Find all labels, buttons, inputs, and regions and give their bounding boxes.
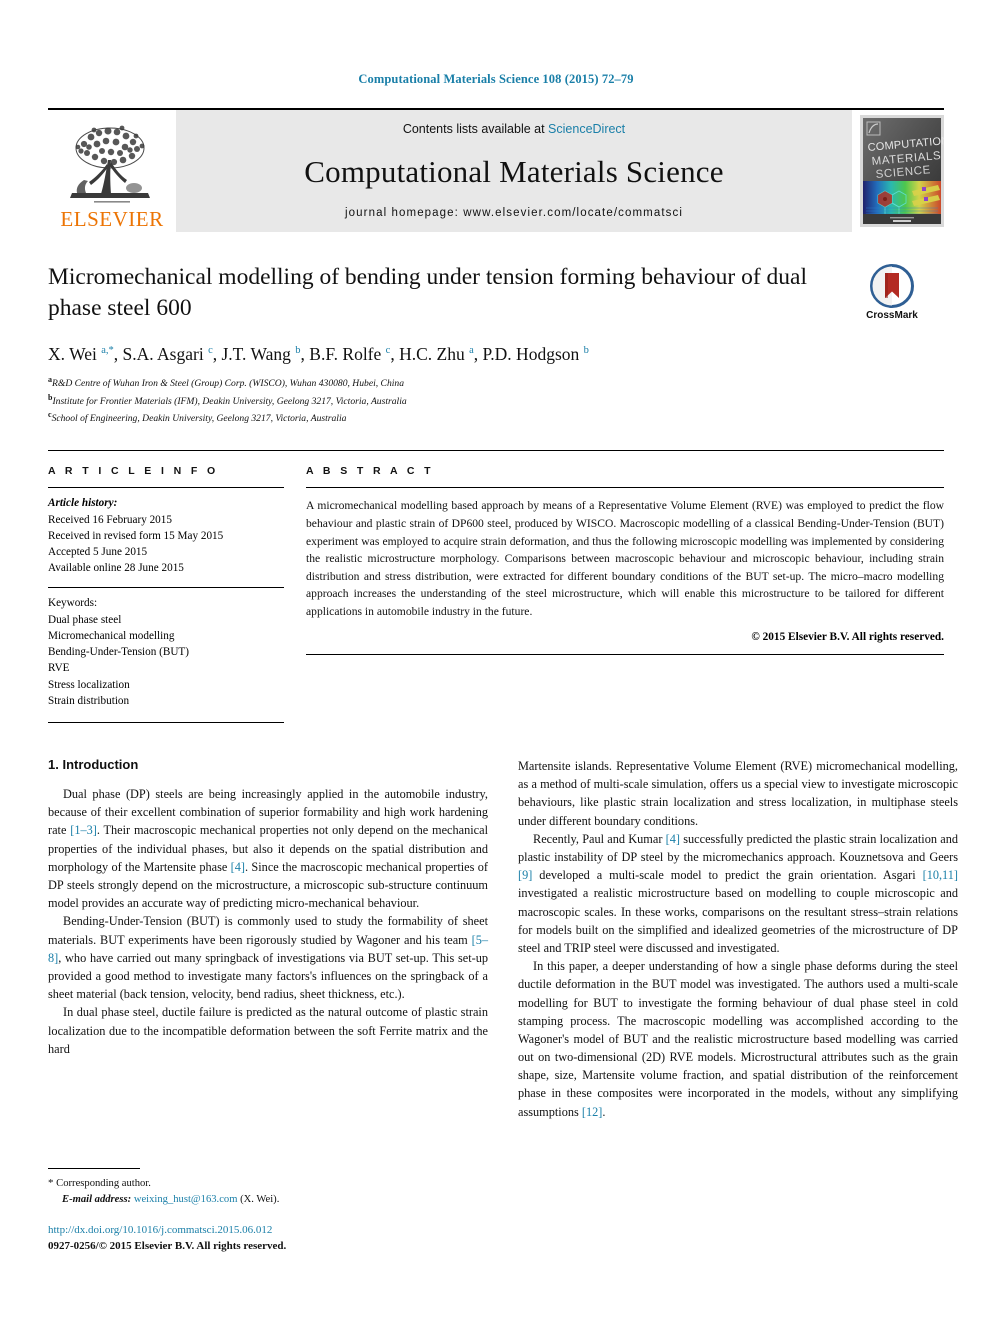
journal-name: Computational Materials Science xyxy=(304,153,724,189)
body-column-right: Martensite islands. Representative Volum… xyxy=(518,757,958,1121)
email-link[interactable]: weixing_hust@163.com xyxy=(134,1194,238,1205)
corresponding-author-note: * Corresponding author. xyxy=(48,1175,488,1192)
keyword-item: Strain distribution xyxy=(48,694,130,707)
divider xyxy=(48,722,284,724)
history-item: Received 16 February 2015 xyxy=(48,513,172,526)
crossmark-icon xyxy=(870,264,914,308)
footnote-block: * Corresponding author. E-mail address: … xyxy=(48,1168,488,1255)
doi-link[interactable]: http://dx.doi.org/10.1016/j.commatsci.20… xyxy=(48,1223,488,1239)
email-label: E-mail address: xyxy=(62,1193,132,1205)
contents-prefix: Contents lists available at xyxy=(402,122,549,136)
keyword-item: Bending-Under-Tension (BUT) xyxy=(48,646,189,659)
sciencedirect-link[interactable]: ScienceDirect xyxy=(548,122,625,136)
article-history-block: Article history: Received 16 February 20… xyxy=(48,488,284,576)
footnote-divider xyxy=(48,1168,140,1169)
keyword-item: Micromechanical modelling xyxy=(48,629,175,642)
paragraph: Martensite islands. Representative Volum… xyxy=(518,759,958,828)
email-owner: (X. Wei). xyxy=(240,1193,280,1205)
article-history-label: Article history: xyxy=(48,497,118,510)
journal-cover-image: COMPUTATIONAL MATERIALS SCIENCE xyxy=(860,115,944,227)
article-info-heading: A R T I C L E I N F O xyxy=(48,465,219,478)
contents-available-line: Contents lists available at ScienceDirec… xyxy=(403,122,625,136)
paragraph: Bending-Under-Tension (BUT) is commonly … xyxy=(48,914,488,1002)
page-title: Micromechanical modelling of bending und… xyxy=(48,264,807,322)
keywords-label: Keywords: xyxy=(48,597,98,610)
email-note: E-mail address: weixing_hust@163.com (X.… xyxy=(48,1192,488,1208)
article-page: Computational Materials Science 108 (201… xyxy=(0,0,992,1323)
paragraph: In this paper, a deeper understanding of… xyxy=(518,959,958,1119)
author-list: X. Wei a,*, S.A. Asgari c, J.T. Wang b, … xyxy=(48,343,589,364)
journal-cover-thumbnail: COMPUTATIONAL MATERIALS SCIENCE xyxy=(860,115,944,227)
history-item: Received in revised form 15 May 2015 xyxy=(48,529,224,542)
keyword-item: RVE xyxy=(48,662,70,675)
corresponding-marker: * xyxy=(48,1177,54,1189)
affiliation-item: bInstitute for Frontier Materials (IFM),… xyxy=(48,392,944,409)
paragraph: In dual phase steel, ductile failure is … xyxy=(48,1005,488,1056)
affiliation-text: R&D Centre of Wuhan Iron & Steel (Group)… xyxy=(52,378,405,390)
body-column-left: 1. Introduction Dual phase (DP) steels a… xyxy=(48,757,488,1121)
keyword-item: Stress localization xyxy=(48,678,130,691)
info-abstract-section: A R T I C L E I N F O Article history: R… xyxy=(48,450,944,724)
article-info-column: A R T I C L E I N F O Article history: R… xyxy=(48,465,284,724)
doi-block: http://dx.doi.org/10.1016/j.commatsci.20… xyxy=(48,1223,488,1255)
body-columns: 1. Introduction Dual phase (DP) steels a… xyxy=(48,757,958,1121)
crossmark-label: CrossMark xyxy=(866,310,918,321)
crossmark-badge[interactable]: CrossMark xyxy=(840,262,944,321)
copyright-line: © 2015 Elsevier B.V. All rights reserved… xyxy=(751,630,944,643)
divider xyxy=(306,653,944,655)
keyword-item: Dual phase steel xyxy=(48,613,122,626)
corresponding-text: Corresponding author. xyxy=(56,1178,151,1189)
journal-banner: Contents lists available at ScienceDirec… xyxy=(176,110,852,232)
affiliation-item: aR&D Centre of Wuhan Iron & Steel (Group… xyxy=(48,374,944,391)
keywords-block: Keywords: Dual phase steel Micromechanic… xyxy=(48,588,284,709)
affiliation-text: Institute for Frontier Materials (IFM), … xyxy=(52,395,407,407)
affiliation-text: School of Engineering, Deakin University… xyxy=(51,413,347,425)
elsevier-wordmark: ELSEVIER xyxy=(60,207,164,231)
affiliation-item: cSchool of Engineering, Deakin Universit… xyxy=(48,409,944,426)
issn-copyright-line: 0927-0256/© 2015 Elsevier B.V. All right… xyxy=(48,1239,287,1252)
elsevier-tree-icon xyxy=(70,125,150,203)
running-head: Computational Materials Science 108 (201… xyxy=(358,72,634,86)
journal-masthead: ELSEVIER Contents lists available at Sci… xyxy=(48,108,944,232)
abstract-heading: A B S T R A C T xyxy=(306,465,434,478)
elsevier-logo: ELSEVIER xyxy=(48,110,176,232)
title-row: Micromechanical modelling of bending und… xyxy=(48,262,944,325)
journal-homepage-link[interactable]: journal homepage: www.elsevier.com/locat… xyxy=(345,207,683,219)
abstract-column: A B S T R A C T A micromechanical modell… xyxy=(306,465,944,723)
history-item: Accepted 5 June 2015 xyxy=(48,545,148,558)
history-item: Available online 28 June 2015 xyxy=(48,562,184,575)
paragraph: Recently, Paul and Kumar [4] successfull… xyxy=(518,831,958,955)
section-title-introduction: 1. Introduction xyxy=(48,757,139,773)
affiliation-list: aR&D Centre of Wuhan Iron & Steel (Group… xyxy=(48,374,944,426)
abstract-text: A micromechanical modelling based approa… xyxy=(306,499,944,618)
paragraph: Dual phase (DP) steels are being increas… xyxy=(48,787,488,911)
